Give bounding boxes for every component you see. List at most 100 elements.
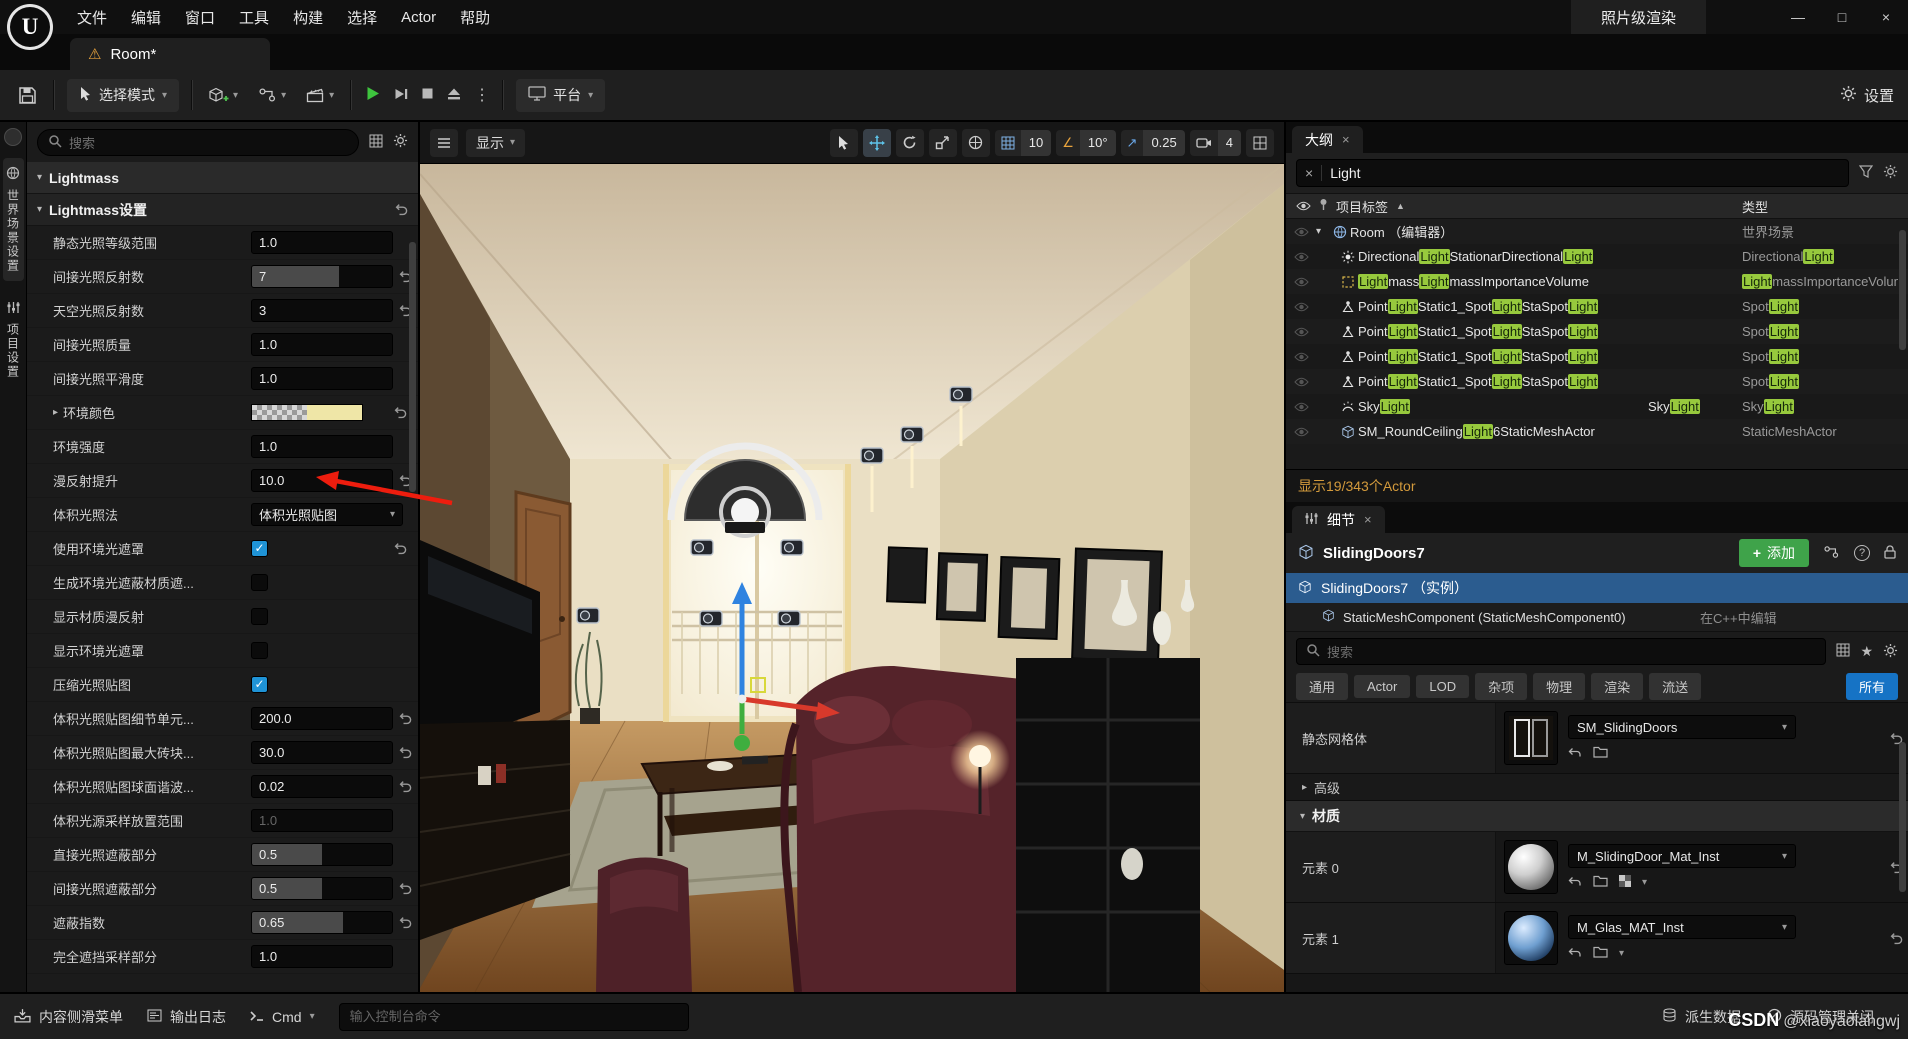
component-tree-icon[interactable] [1823,545,1840,562]
browse-folder-icon[interactable] [1593,874,1608,890]
filter-流送[interactable]: 流送 [1649,673,1701,700]
settings-search-input[interactable]: 搜索 [37,129,359,156]
use-asset-icon[interactable] [1568,745,1582,761]
details-scrollbar[interactable] [1899,742,1906,892]
use-asset-icon[interactable] [1568,874,1582,890]
outliner-row-2[interactable]: LightmassLightmassImportanceVolumeLightm… [1286,269,1908,294]
reset-button[interactable] [393,780,417,793]
reset-button[interactable] [393,712,417,725]
content-drawer-button[interactable]: 内容侧滑菜单 [14,1007,123,1027]
tab-room[interactable]: ⚠ Room* [70,38,270,70]
outliner-row-3[interactable]: PointLightStatic1_SpotLightStaSpotLightS… [1286,294,1908,319]
save-button[interactable] [14,82,41,109]
filter-所有[interactable]: 所有 [1846,673,1898,700]
value-field[interactable]: 30.0 [251,741,393,764]
outliner-column-headers[interactable]: 项目标签 ▲ 类型 [1286,193,1908,219]
value-field[interactable]: 0.65 [251,911,393,934]
grid-snap-control[interactable]: 10 [995,130,1051,156]
filter-Actor[interactable]: Actor [1354,675,1410,698]
outliner-row-8[interactable]: SM_RoundCeilingLight6StaticMeshActorStat… [1286,419,1908,444]
filter-funnel-icon[interactable] [1859,165,1873,181]
outliner-row-4[interactable]: PointLightStatic1_SpotLightStaSpotLightS… [1286,319,1908,344]
play-options-icon[interactable]: ⋮ [474,85,490,105]
filter-渲染[interactable]: 渲染 [1591,673,1643,700]
browse-folder-icon[interactable] [1593,745,1608,761]
category-lightmass-settings[interactable]: ▾ Lightmass设置 [27,194,418,226]
menu-item-工具[interactable]: 工具 [228,2,280,33]
chevron-down-icon[interactable]: ▾ [1642,877,1647,888]
eye-icon[interactable] [1296,199,1311,214]
value-field[interactable]: 3 [251,299,393,322]
value-field[interactable]: 1.0 [251,231,393,254]
close-button[interactable]: × [1864,0,1908,34]
outliner-row-5[interactable]: PointLightStatic1_SpotLightStaSpotLightS… [1286,344,1908,369]
rotate-tool-icon[interactable] [896,129,924,157]
select-tool-icon[interactable] [830,129,858,157]
value-field[interactable]: 1.0 [251,809,393,832]
camera-speed-control[interactable]: 4 [1190,130,1241,156]
expander-icon[interactable]: ▾ [1316,226,1330,237]
menu-item-窗口[interactable]: 窗口 [174,2,226,33]
reset-button[interactable] [393,746,417,759]
checkbox[interactable] [251,642,268,659]
tab-details[interactable]: 细节 × [1292,506,1385,533]
material-thumbnail[interactable] [1504,911,1558,965]
console-command-input[interactable] [339,1003,689,1031]
material-select[interactable]: M_SlidingDoor_Mat_Inst▾ [1568,844,1796,868]
value-field[interactable]: 1.0 [251,367,393,390]
material-select[interactable]: M_Glas_MAT_Inst▾ [1568,915,1796,939]
use-asset-icon[interactable] [1568,945,1582,961]
filter-LOD[interactable]: LOD [1416,675,1469,698]
menu-item-Actor[interactable]: Actor [390,4,447,31]
blueprints-button[interactable]: ▾ [254,83,290,107]
unreal-logo-icon[interactable]: U [7,4,53,50]
reset-button[interactable] [1884,932,1908,945]
clear-search-icon[interactable]: × [1305,165,1313,181]
static-mesh-thumbnail[interactable] [1504,711,1558,765]
dropdown-field[interactable]: 体积光照贴图▾ [251,503,403,526]
help-icon[interactable]: ? [1854,545,1870,561]
eye-icon[interactable] [1294,427,1314,437]
menu-item-文件[interactable]: 文件 [66,2,118,33]
eye-icon[interactable] [1294,252,1314,262]
tab-outliner[interactable]: 大纲 × [1292,126,1363,153]
details-settings-icon[interactable] [1883,643,1898,661]
menu-item-帮助[interactable]: 帮助 [449,2,501,33]
browse-folder-icon[interactable] [1593,945,1608,961]
scale-snap-control[interactable]: ↗0.25 [1121,130,1185,156]
eye-icon[interactable] [1294,327,1314,337]
value-field[interactable]: 1.0 [251,945,393,968]
menu-item-编辑[interactable]: 编辑 [120,2,172,33]
viewport-options-icon[interactable] [430,129,458,157]
close-icon[interactable]: × [1342,132,1350,147]
column-type[interactable]: 类型 [1742,197,1768,216]
outliner-settings-icon[interactable] [1883,164,1898,182]
filter-通用[interactable]: 通用 [1296,673,1348,700]
checker-icon[interactable] [1619,874,1631,890]
grid-view-icon[interactable] [369,134,383,151]
outliner-search-input[interactable]: × Light [1296,159,1849,187]
add-component-button[interactable]: +添加 [1739,539,1809,567]
launch-button[interactable] [446,87,462,104]
outliner-row-0[interactable]: ▾Room （编辑器）世界场景 [1286,219,1908,244]
value-field[interactable]: 10.0 [251,469,393,492]
value-field[interactable]: 0.5 [251,877,393,900]
pin-icon[interactable] [1319,198,1328,214]
rotation-snap-control[interactable]: ∠10° [1056,130,1115,156]
favorites-icon[interactable]: ★ [1860,643,1873,660]
value-field[interactable]: 7 [251,265,393,288]
minimize-button[interactable]: — [1776,0,1820,34]
editor-settings-button[interactable]: 设置 [1840,85,1894,106]
outliner-row-7[interactable]: SkyLightSkyLightSkyLight [1286,394,1908,419]
menu-item-构建[interactable]: 构建 [282,2,334,33]
outliner-row-1[interactable]: DirectionalLightStationarDirectionalLigh… [1286,244,1908,269]
checkbox[interactable] [251,608,268,625]
expander-icon[interactable]: ▸ [53,407,58,418]
photo-render-button[interactable]: 照片级渲染 [1571,0,1706,34]
chevron-down-icon[interactable]: ▾ [1619,948,1624,959]
value-field[interactable]: 0.02 [251,775,393,798]
static-mesh-component-row[interactable]: StaticMeshComponent (StaticMeshComponent… [1286,603,1908,632]
value-field[interactable]: 0.5 [251,843,393,866]
value-field[interactable]: 1.0 [251,435,393,458]
advanced-section[interactable]: ▸高级 [1286,774,1908,801]
